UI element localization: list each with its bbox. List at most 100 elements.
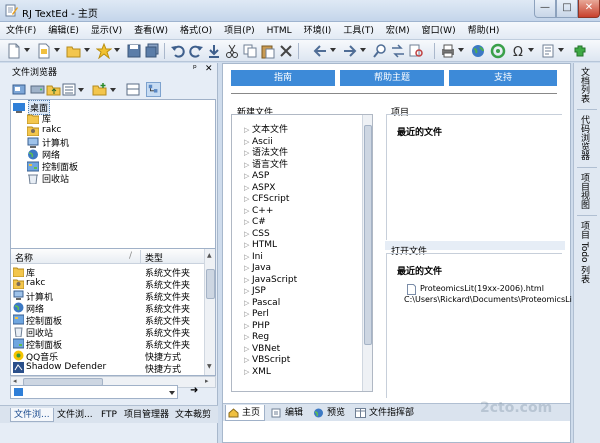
favorites-dropdown-icon[interactable] — [114, 48, 120, 52]
tree-item-computer[interactable]: 计算机 — [27, 136, 69, 149]
scroll-thumb[interactable] — [364, 125, 372, 345]
clipboard-icon[interactable] — [540, 43, 556, 59]
scroll-up-icon[interactable]: ▲ — [207, 252, 212, 259]
new-file-item[interactable]: ▷ JSP — [244, 285, 266, 297]
menu-html[interactable]: HTML — [261, 22, 298, 40]
file-list-vertical-scrollbar[interactable]: ▲ ▼ — [204, 249, 215, 375]
favorites-star-icon[interactable] — [96, 43, 112, 59]
new-file-item[interactable]: ▷ C# — [244, 216, 266, 228]
new-file-item[interactable]: ▷ Reg — [244, 331, 269, 343]
tree-item-network[interactable]: 网络 — [27, 148, 60, 161]
tab-preview[interactable]: 预览 — [311, 405, 351, 421]
clipboard-dropdown-icon[interactable] — [558, 48, 564, 52]
menu-edit[interactable]: 编辑(E) — [42, 22, 85, 40]
new-file-item[interactable]: ▷ VBScript — [244, 354, 290, 366]
menu-help[interactable]: 帮助(H) — [462, 22, 506, 40]
new-file-item[interactable]: ▷ 语法文件 — [244, 147, 288, 159]
support-button[interactable]: 支持 — [449, 70, 557, 86]
file-list[interactable]: 名称 / 类型 库 系统文件夹 rakc 系统文件夹 计算机 系统文件夹 网络 … — [10, 248, 216, 376]
tab-project-todo-list[interactable]: 项目 Todo 列表 — [578, 221, 591, 283]
list-item[interactable]: 回收站 系统文件夹 — [13, 326, 205, 339]
view-dropdown-icon[interactable] — [78, 88, 84, 92]
scroll-thumb[interactable] — [206, 269, 215, 299]
menu-file[interactable]: 文件(F) — [0, 22, 42, 40]
maximize-button[interactable]: □ — [556, 0, 578, 18]
tree-item-control-panel[interactable]: 控制面板 — [27, 160, 78, 173]
special-chars-dropdown-icon[interactable] — [528, 48, 534, 52]
back-dropdown-icon[interactable] — [330, 48, 336, 52]
list-item[interactable]: QQ音乐 快捷方式 — [13, 350, 205, 363]
new-folder-icon[interactable] — [92, 82, 107, 97]
split-view-icon[interactable] — [126, 82, 141, 97]
forward-dropdown-icon[interactable] — [360, 48, 366, 52]
menu-environment[interactable]: 环境(I) — [298, 22, 338, 40]
new-file-item[interactable]: ▷ Java — [244, 262, 271, 274]
new-file-item[interactable]: ▷ XML — [244, 366, 271, 378]
printer-dropdown-icon[interactable] — [458, 48, 464, 52]
menu-macro[interactable]: 宏(M) — [380, 22, 416, 40]
tab-document-list[interactable]: 文档列表 — [578, 67, 591, 103]
open-dropdown-icon[interactable] — [84, 48, 90, 52]
go-arrow-icon[interactable]: ➜ — [190, 385, 198, 396]
new-file-item[interactable]: ▷ HTML — [244, 239, 277, 251]
list-item[interactable]: 计算机 系统文件夹 — [13, 290, 205, 303]
undo-icon[interactable] — [170, 43, 186, 59]
save-icon[interactable] — [126, 43, 142, 59]
column-header-name[interactable]: 名称 — [15, 251, 33, 264]
globe-icon[interactable] — [470, 43, 486, 59]
special-chars-icon[interactable]: Ω — [510, 43, 526, 59]
tab-home[interactable]: 主页 — [225, 405, 265, 421]
save-all-icon[interactable] — [144, 43, 160, 59]
download-icon[interactable] — [206, 43, 222, 59]
view-list-icon[interactable] — [62, 82, 77, 97]
new-file-icon[interactable] — [6, 43, 22, 59]
folder-up-icon[interactable] — [46, 82, 61, 97]
column-header-type[interactable]: 类型 — [145, 251, 163, 264]
new-file-dropdown-icon[interactable] — [24, 48, 30, 52]
refresh-globe-icon[interactable] — [490, 43, 506, 59]
tree-item-rakc[interactable]: rakc — [27, 124, 61, 136]
menu-display[interactable]: 显示(V) — [85, 22, 128, 40]
paste-icon[interactable] — [260, 43, 276, 59]
plugin-icon[interactable] — [572, 43, 588, 59]
new-folder-dropdown-icon[interactable] — [110, 88, 116, 92]
back-arrow-icon[interactable] — [312, 43, 328, 59]
delete-icon[interactable] — [278, 43, 294, 59]
recent-file-link[interactable]: ProteomicsLit(19xx-2006).html — [420, 284, 544, 293]
template-icon[interactable] — [36, 43, 52, 59]
recent-file-path[interactable]: C:\Users\Rickard\Documents\ProteomicsLi — [404, 295, 572, 304]
tab-text-clip[interactable]: 文本裁剪 — [172, 408, 214, 422]
scroll-left-icon[interactable]: ◂ — [13, 377, 17, 385]
replace-icon[interactable] — [390, 43, 406, 59]
list-item[interactable]: rakc 系统文件夹 — [13, 278, 205, 291]
tree-item-recycle-bin[interactable]: 回收站 — [27, 172, 69, 185]
new-file-item[interactable]: ▷ CFScript — [244, 193, 289, 205]
tree-view-icon[interactable] — [146, 82, 161, 97]
tab-ftp[interactable]: FTP — [98, 408, 120, 422]
copy-icon[interactable] — [242, 43, 258, 59]
find-in-files-icon[interactable] — [408, 43, 424, 59]
pin-icon[interactable]: ᵖ — [193, 64, 197, 74]
menu-view[interactable]: 查看(W) — [128, 22, 174, 40]
tab-file-commander[interactable]: 文件指挥部 — [353, 405, 415, 421]
list-item[interactable]: 网络 系统文件夹 — [13, 302, 205, 315]
favorites-folder-icon[interactable] — [12, 82, 27, 97]
tab-code-browser[interactable]: 代码浏览器 — [578, 115, 591, 160]
forward-arrow-icon[interactable] — [342, 43, 358, 59]
list-item[interactable]: 控制面板 系统文件夹 — [13, 338, 205, 351]
new-file-scrollbar[interactable] — [362, 115, 372, 391]
template-dropdown-icon[interactable] — [54, 48, 60, 52]
cut-icon[interactable] — [224, 43, 240, 59]
folder-tree[interactable]: 桌面 库 rakc 计算机 网络 控制面板 回收站 — [10, 99, 216, 268]
minimize-button[interactable]: — — [534, 0, 556, 18]
menu-project[interactable]: 项目(P) — [218, 22, 260, 40]
list-item[interactable]: Shadow Defender 快捷方式 — [13, 362, 205, 375]
guide-button[interactable]: 指南 — [231, 70, 335, 86]
menu-window[interactable]: 窗口(W) — [416, 22, 462, 40]
tab-edit[interactable]: 编辑 — [269, 405, 309, 421]
chevron-down-icon[interactable] — [169, 391, 175, 395]
search-icon[interactable] — [372, 43, 388, 59]
new-file-item[interactable]: ▷ 文本文件 — [244, 124, 288, 136]
list-item[interactable]: 控制面板 系统文件夹 — [13, 314, 205, 327]
path-combobox[interactable] — [10, 385, 178, 399]
